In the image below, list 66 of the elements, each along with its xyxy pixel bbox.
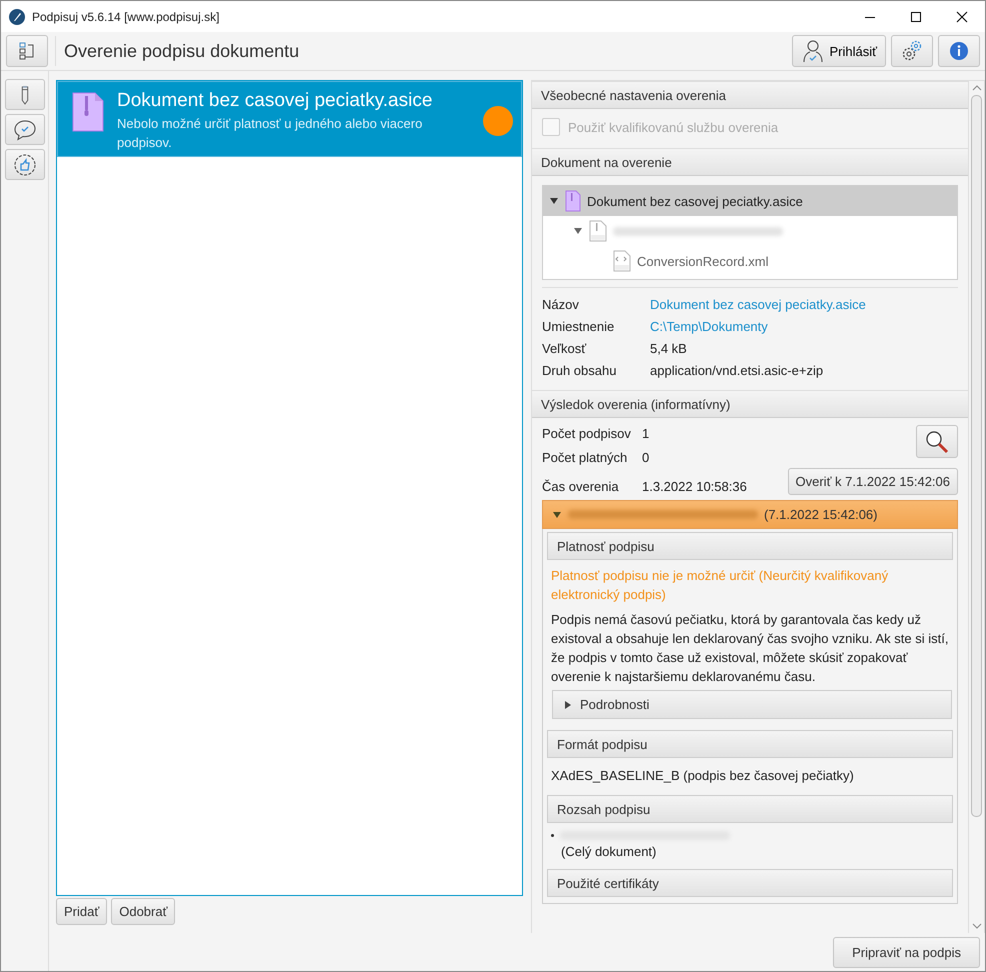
xml-file-icon [613,250,631,272]
archive-file-icon [72,92,104,132]
tree-item-label: ConversionRecord.xml [637,254,768,268]
property-label: Veľkosť [542,341,588,356]
login-button[interactable]: Prihlásiť [792,35,886,67]
section-header[interactable]: Výsledok overenia (informatívny) [532,390,968,418]
stat-label: Počet podpisov [542,426,632,441]
info-icon [949,41,969,61]
search-button[interactable] [916,425,958,458]
app-logo-icon [9,8,25,24]
property-label: Umiestnenie [542,319,616,334]
signature-format: XAdES_BASELINE_B (podpis bez časovej pečiatky) [550,767,855,785]
stat-value: 1 [642,426,650,441]
search-icon [925,430,949,454]
verify-at-time-button[interactable]: Overiť k 7.1.2022 15:42:06 [788,468,958,495]
stat-label: Počet platných [542,450,628,465]
stat-value: 0 [642,450,650,465]
validity-description: Podpis nemá časovú pečiatku, ktorá by garantovala čas kedy už existoval a obsahuje len deklarovaný čas svojho vzniku. Ak ste si istí, že podpis v tomto čase už existoval, môžete skúsiť zopakovať overenie k najstaršiemu deklarovanému času. [550,611,950,686]
info-button[interactable] [938,35,980,67]
document-name: Dokument bez casovej peciatky.asice [117,90,434,112]
maximize-icon[interactable] [910,10,922,22]
bullet-icon [551,834,554,837]
expand-arrow-icon[interactable] [573,226,583,236]
close-icon[interactable] [956,10,968,22]
window-title: Podpisuj v5.6.14 [www.podpisuj.sk] [32,10,220,24]
property-value: 5,4 kB [650,341,688,356]
scroll-up-icon[interactable] [972,85,982,91]
tree-item-label: Dokument bez casovej peciatky.asice [587,194,803,208]
section-header[interactable]: Dokument na overenie [532,148,968,176]
settings-icon [900,39,924,63]
subsection-header[interactable]: Formát podpisu [547,730,953,758]
thumbs-up-icon [12,152,36,176]
verify-nav-button[interactable] [4,114,44,145]
layout-toggle-button[interactable] [6,35,48,67]
tree-item[interactable]: ConversionRecord.xml [543,246,957,276]
stat-value: 1.3.2022 10:58:36 [642,479,747,494]
expand-arrow-icon [563,700,573,710]
property-value: application/vnd.etsi.asic-e+zip [650,363,824,378]
endorse-nav-button[interactable] [4,149,44,180]
list-action-button[interactable]: Pridať [56,898,108,925]
tree-item[interactable]: Dokument bez casovej peciatky.asice [543,186,957,216]
expand-arrow-icon[interactable] [549,196,559,206]
document-status-message: Nebolo možné určiť platnosť u jedného alebo viacero podpisov. [117,115,424,152]
expand-arrow-icon[interactable] [552,510,562,520]
xml-file-icon [589,220,607,242]
subsection-header[interactable]: Použité certifikáty [547,869,953,897]
settings-button[interactable] [891,35,933,67]
scrollbar[interactable] [968,81,984,933]
page-title: Overenie podpisu dokumentu [64,40,300,62]
property-label: Druh obsahu [542,363,618,378]
prepare-to-sign-button[interactable]: Pripraviť na podpis [833,936,980,968]
scope-note: (Celý dokument) [560,843,658,861]
validity-status: Platnosť podpisu nie je možné určiť (Neurčitý kvalifikovaný elektronický podpis) [550,567,890,604]
user-icon [800,39,824,63]
subsection-header[interactable]: Platnosť podpisu [547,532,953,560]
speech-bubble-icon [12,118,36,142]
section-header[interactable]: Všeobecné nastavenia overenia [532,81,968,109]
stat-label: Čas overenia [542,479,620,494]
list-action-button[interactable]: Odobrať [111,898,176,925]
signature-header[interactable]: (7.1.2022 15:42:06) [542,500,958,529]
details-toggle[interactable]: Podrobnosti [552,690,952,719]
subsection-header[interactable]: Rozsah podpisu [547,795,953,823]
property-label: Názov [542,297,580,312]
signature-time: (7.1.2022 15:42:06) [764,507,878,522]
archive-file-icon [565,190,581,212]
scroll-down-icon[interactable] [972,923,982,929]
